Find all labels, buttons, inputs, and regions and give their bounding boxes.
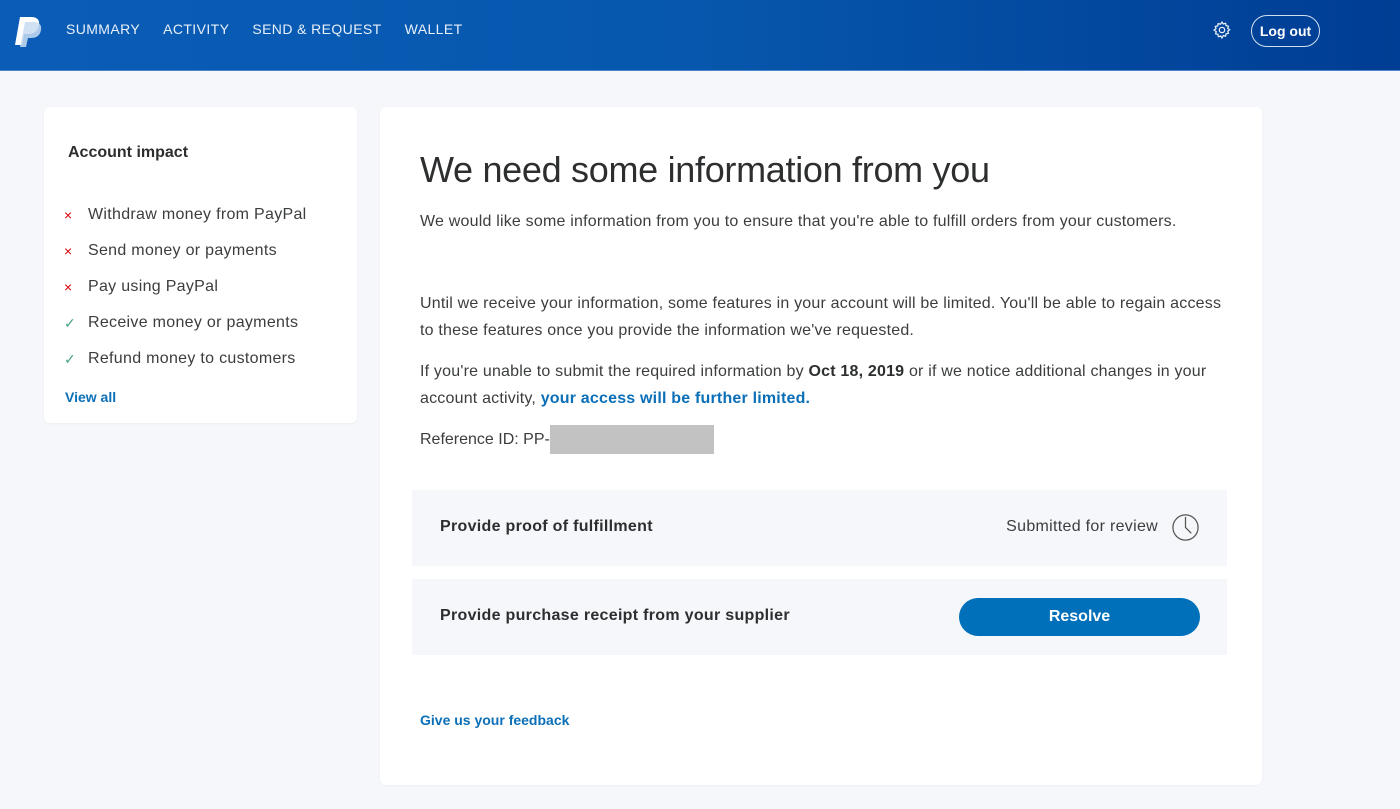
impact-item-label: Send money or payments bbox=[88, 242, 277, 259]
intro-text: We would like some information from you … bbox=[420, 213, 1177, 230]
nav-wallet[interactable]: WALLET bbox=[405, 21, 463, 50]
task-label: Provide proof of fulfillment bbox=[440, 518, 653, 535]
task-row-proof-of-fulfillment: Provide proof of fulfillment Submitted f… bbox=[412, 490, 1227, 566]
nav-summary[interactable]: SUMMARY bbox=[66, 21, 140, 50]
x-icon: × bbox=[64, 279, 73, 295]
impact-item-refund: ✓ Refund money to customers bbox=[64, 341, 307, 377]
reference-label: Reference ID: PP- bbox=[420, 430, 550, 448]
task-status: Submitted for review bbox=[1006, 518, 1158, 535]
impact-item-label: Receive money or payments bbox=[88, 314, 299, 331]
task-row-purchase-receipt: Provide purchase receipt from your suppl… bbox=[412, 579, 1227, 655]
x-icon: × bbox=[64, 207, 73, 223]
clock-icon bbox=[1172, 514, 1199, 541]
limited-text: Until we receive your information, some … bbox=[420, 295, 1222, 339]
gear-icon[interactable] bbox=[1212, 20, 1232, 40]
feedback-link[interactable]: Give us your feedback bbox=[420, 712, 569, 728]
top-nav-bar: SUMMARY ACTIVITY SEND & REQUEST WALLET L… bbox=[0, 0, 1400, 71]
impact-item-receive: ✓ Receive money or payments bbox=[64, 305, 307, 341]
deadline-text: If you're unable to submit the required … bbox=[420, 358, 1230, 412]
logout-button[interactable]: Log out bbox=[1251, 15, 1320, 47]
account-impact-title: Account impact bbox=[68, 144, 189, 161]
account-impact-card: Account impact × Withdraw money from Pay… bbox=[44, 107, 357, 423]
nav-activity[interactable]: ACTIVITY bbox=[163, 21, 229, 50]
impact-item-label: Pay using PayPal bbox=[88, 278, 219, 295]
resolve-button[interactable]: Resolve bbox=[959, 598, 1200, 636]
reference-id: Reference ID: PP- bbox=[420, 425, 714, 454]
impact-item-withdraw: × Withdraw money from PayPal bbox=[64, 197, 307, 233]
impact-list: × Withdraw money from PayPal × Send mone… bbox=[64, 197, 307, 377]
impact-item-label: Withdraw money from PayPal bbox=[88, 206, 307, 223]
main-nav: SUMMARY ACTIVITY SEND & REQUEST WALLET bbox=[66, 0, 486, 71]
deadline-prefix: If you're unable to submit the required … bbox=[420, 363, 809, 380]
impact-item-pay: × Pay using PayPal bbox=[64, 269, 307, 305]
impact-item-label: Refund money to customers bbox=[88, 350, 296, 367]
page-title: We need some information from you bbox=[420, 149, 990, 190]
deadline-date: Oct 18, 2019 bbox=[808, 363, 905, 380]
impact-item-send: × Send money or payments bbox=[64, 233, 307, 269]
check-icon: ✓ bbox=[64, 314, 77, 331]
redacted-reference bbox=[549, 425, 714, 454]
paypal-logo[interactable] bbox=[14, 15, 44, 48]
check-icon: ✓ bbox=[64, 350, 77, 367]
nav-send-request[interactable]: SEND & REQUEST bbox=[252, 21, 381, 50]
info-request-card: We need some information from you We wou… bbox=[380, 107, 1262, 785]
x-icon: × bbox=[64, 243, 73, 259]
further-limited-link[interactable]: your access will be further limited. bbox=[541, 390, 811, 407]
view-all-link[interactable]: View all bbox=[65, 389, 116, 405]
task-label: Provide purchase receipt from your suppl… bbox=[440, 607, 790, 624]
